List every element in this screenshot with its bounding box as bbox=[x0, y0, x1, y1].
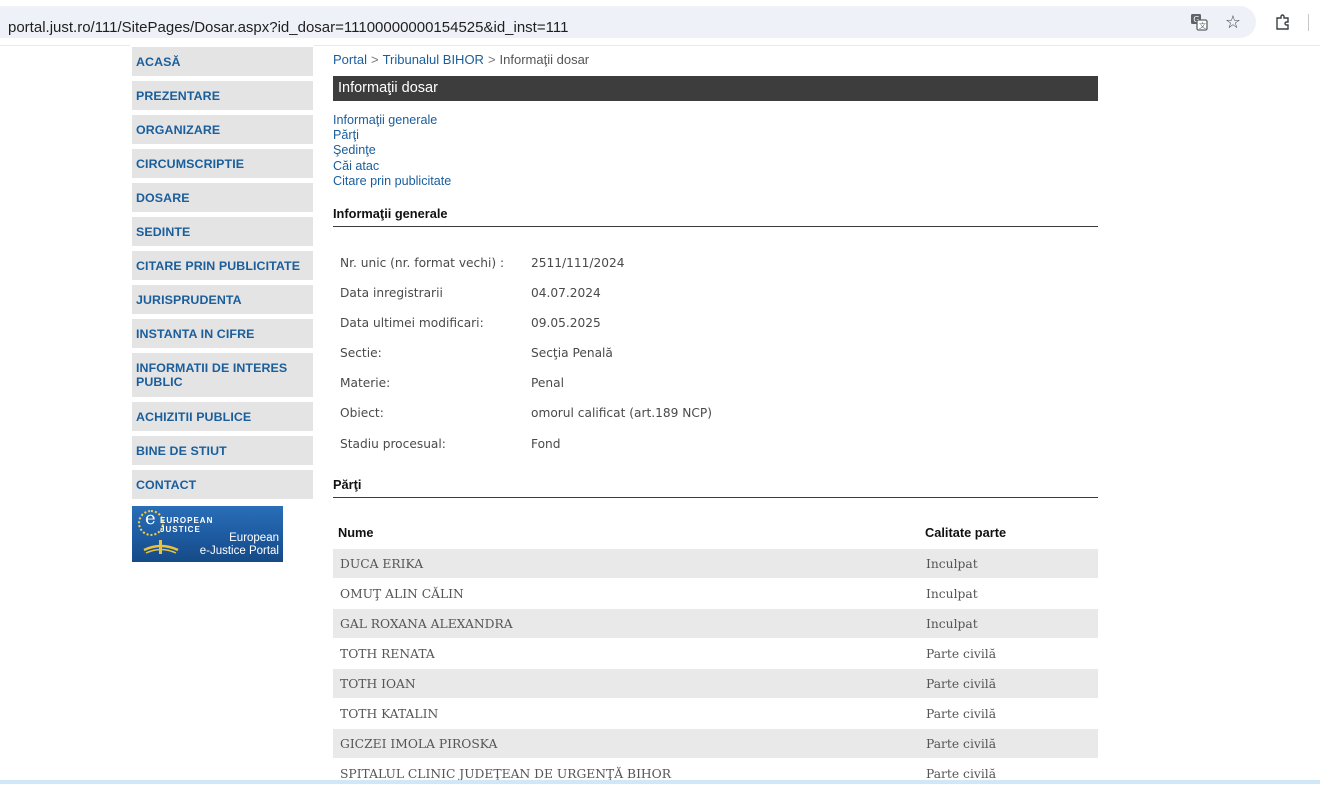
sidebar-item-achizitii-publice[interactable]: ACHIZITII PUBLICE bbox=[132, 402, 313, 431]
page-title: Informaţii dosar bbox=[333, 76, 1098, 101]
breadcrumb-portal-link[interactable]: Portal bbox=[333, 52, 367, 67]
info-value: Secţia Penală bbox=[531, 346, 613, 360]
table-row: GAL ROXANA ALEXANDRA Inculpat bbox=[333, 609, 1098, 638]
info-value: Penal bbox=[531, 376, 564, 390]
info-label: Materie: bbox=[340, 376, 391, 390]
info-label: Data inregistrarii bbox=[340, 286, 443, 300]
breadcrumb-court-link[interactable]: Tribunalul BIHOR bbox=[383, 52, 484, 67]
info-value: 09.05.2025 bbox=[531, 316, 601, 330]
section-links: Informaţii generale Părţi Şedinţe Căi at… bbox=[333, 113, 451, 189]
party-name: SPITALUL CLINIC JUDEŢEAN DE URGENŢĂ BIHO… bbox=[340, 767, 671, 781]
info-label: Sectie: bbox=[340, 346, 382, 360]
sidebar-item-prezentare[interactable]: PREZENTARE bbox=[132, 81, 313, 110]
table-row: GICZEI IMOLA PIROSKA Parte civilă bbox=[333, 729, 1098, 758]
general-info-heading: Informaţii generale bbox=[333, 206, 1098, 227]
info-label: Nr. unic (nr. format vechi) : bbox=[340, 256, 505, 270]
extensions-icon[interactable] bbox=[1272, 11, 1294, 33]
sidebar-item-contact[interactable]: CONTACT bbox=[132, 470, 313, 499]
translate-icon[interactable]: G文 bbox=[1188, 11, 1210, 33]
info-label: Obiect: bbox=[340, 406, 384, 420]
party-name: GICZEI IMOLA PIROSKA bbox=[340, 737, 498, 751]
address-bar[interactable]: portal.just.ro/111/SitePages/Dosar.aspx?… bbox=[0, 6, 1256, 38]
sidebar-item-bine-de-stiut[interactable]: BINE DE STIUT bbox=[132, 436, 313, 465]
sidebar-item-informatii-interes-public[interactable]: INFORMATII DE INTERES PUBLIC bbox=[132, 353, 313, 397]
party-name: TOTH IOAN bbox=[340, 677, 416, 691]
breadcrumb: Portal > Tribunalul BIHOR > Informaţii dosar bbox=[333, 52, 590, 67]
party-role: Parte civilă bbox=[926, 647, 997, 661]
sidebar-nav: ACASĂ PREZENTARE ORGANIZARE CIRCUMSCRIPT… bbox=[130, 45, 314, 570]
svg-text:文: 文 bbox=[1199, 21, 1206, 30]
info-value: 2511/111/2024 bbox=[531, 256, 625, 270]
url-text[interactable]: portal.just.ro/111/SitePages/Dosar.aspx?… bbox=[8, 19, 568, 36]
breadcrumb-current: Informaţii dosar bbox=[499, 52, 590, 67]
table-row: DUCA ERIKA Inculpat bbox=[333, 549, 1098, 578]
info-value: Fond bbox=[531, 437, 561, 451]
toolbar-divider bbox=[1308, 14, 1309, 31]
parties-heading: Părţi bbox=[333, 477, 1098, 498]
sidebar-item-instanta-in-cifre[interactable]: INSTANTA IN CIFRE bbox=[132, 319, 313, 348]
sidebar-item-acasa[interactable]: ACASĂ bbox=[132, 47, 313, 76]
browser-toolbar: portal.just.ro/111/SitePages/Dosar.aspx?… bbox=[0, 0, 1320, 46]
sidebar-item-citare[interactable]: CITARE PRIN PUBLICITATE bbox=[132, 251, 313, 280]
window-bottom-edge bbox=[0, 780, 1320, 784]
sidebar-item-jurisprudenta[interactable]: JURISPRUDENTA bbox=[132, 285, 313, 314]
link-parti[interactable]: Părţi bbox=[333, 128, 451, 143]
party-role: Inculpat bbox=[926, 617, 978, 631]
table-row: TOTH IOAN Parte civilă bbox=[333, 669, 1098, 698]
info-value: 04.07.2024 bbox=[531, 286, 601, 300]
column-header-calitate: Calitate parte bbox=[925, 525, 1007, 540]
party-role: Inculpat bbox=[926, 587, 978, 601]
info-label: Stadiu procesual: bbox=[340, 437, 446, 451]
sidebar-item-circumscriptie[interactable]: CIRCUMSCRIPTIE bbox=[132, 149, 313, 178]
sidebar-item-organizare[interactable]: ORGANIZARE bbox=[132, 115, 313, 144]
link-informatii-generale[interactable]: Informaţii generale bbox=[333, 113, 451, 128]
party-name: OMUŢ ALIN CĂLIN bbox=[340, 587, 464, 601]
table-row: TOTH KATALIN Parte civilă bbox=[333, 699, 1098, 728]
bookmark-star-icon[interactable]: ☆ bbox=[1222, 11, 1244, 33]
ejustice-title: European e-Justice Portal bbox=[199, 532, 279, 557]
party-name: DUCA ERIKA bbox=[340, 557, 424, 571]
party-name: TOTH RENATA bbox=[340, 647, 435, 661]
party-role: Inculpat bbox=[926, 557, 978, 571]
info-value: omorul calificat (art.189 NCP) bbox=[531, 406, 712, 420]
ejustice-portal-banner[interactable]: e EUROPEAN JUSTICE European e-Justice Po… bbox=[132, 506, 283, 562]
link-cai-atac[interactable]: Căi atac bbox=[333, 159, 451, 174]
scales-icon bbox=[143, 540, 179, 554]
party-name: TOTH KATALIN bbox=[340, 707, 439, 721]
party-role: Parte civilă bbox=[926, 677, 997, 691]
party-role: Parte civilă bbox=[926, 707, 997, 721]
link-citare-publicitate[interactable]: Citare prin publicitate bbox=[333, 174, 451, 189]
table-row: TOTH RENATA Parte civilă bbox=[333, 639, 1098, 668]
sidebar-item-dosare[interactable]: DOSARE bbox=[132, 183, 313, 212]
sidebar-item-sedinte[interactable]: SEDINTE bbox=[132, 217, 313, 246]
column-header-nume: Nume bbox=[338, 525, 374, 540]
table-row: OMUŢ ALIN CĂLIN Inculpat bbox=[333, 579, 1098, 608]
party-name: GAL ROXANA ALEXANDRA bbox=[340, 617, 513, 631]
party-role: Parte civilă bbox=[926, 767, 997, 781]
info-label: Data ultimei modificari: bbox=[340, 316, 484, 330]
link-sedinte[interactable]: Şedinţe bbox=[333, 143, 451, 158]
party-role: Parte civilă bbox=[926, 737, 997, 751]
